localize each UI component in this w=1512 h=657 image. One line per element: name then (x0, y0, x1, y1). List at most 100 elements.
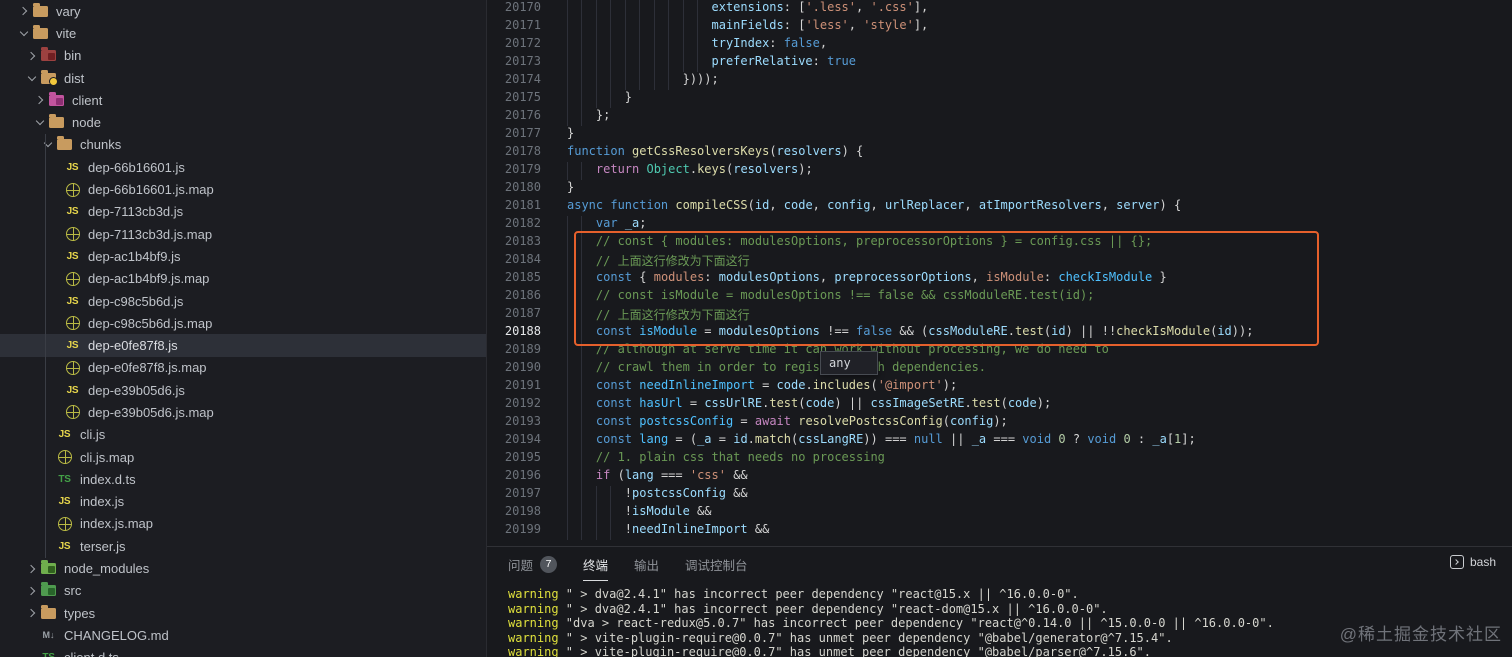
tree-item-dep-66b16601-js[interactable]: JS dep-66b16601.js (0, 156, 486, 178)
file-label: dep-7113cb3d.js.map (88, 226, 213, 242)
code-line[interactable]: var _a; (567, 216, 1512, 234)
code-line[interactable]: const { modules: modulesOptions, preproc… (567, 270, 1512, 288)
tab-problems[interactable]: 问题 7 (508, 547, 558, 581)
line-number: 20192 (504, 396, 541, 410)
tree-item-cli-js-map[interactable]: cli.js.map (0, 446, 486, 468)
code-line[interactable]: !postcssConfig && (567, 486, 1512, 504)
code-line[interactable]: async function compileCSS(id, code, conf… (567, 198, 1512, 216)
tree-item-dep-e0fe87f8-js[interactable]: JS dep-e0fe87f8.js (0, 334, 486, 357)
file-label: dep-e39b05d6.js (88, 382, 185, 398)
explorer-sidebar: vary vite bin dist client node chunks JS dep-66b… (0, 0, 487, 657)
code-line[interactable]: }; (567, 108, 1512, 126)
tree-item-changelog-md[interactable]: M↓ CHANGELOG.md (0, 624, 486, 646)
tree-item-dep-c98c5b6d-js-map[interactable]: dep-c98c5b6d.js.map (0, 312, 486, 334)
chevron-down-icon[interactable] (40, 137, 56, 153)
tree-item-src[interactable]: src (0, 580, 486, 602)
line-number: 20176 (504, 108, 541, 122)
js-file-icon: JS (66, 250, 79, 262)
tree-item-node-modules[interactable]: node_modules (0, 557, 486, 579)
chevron-down-icon[interactable] (24, 70, 40, 86)
tree-item-index-js[interactable]: JS index.js (0, 491, 486, 513)
code-line[interactable]: function getCssResolversKeys(resolvers) … (567, 144, 1512, 162)
tree-item-dep-66b16601-js-map[interactable]: dep-66b16601.js.map (0, 178, 486, 200)
tree-item-index-js-map[interactable]: index.js.map (0, 513, 486, 535)
code-line[interactable]: // although at serve time it can work wi… (567, 342, 1512, 360)
chevron-down-icon[interactable] (32, 115, 48, 131)
chevron-right-icon[interactable] (32, 92, 48, 108)
code-line[interactable]: const postcssConfig = await resolvePostc… (567, 414, 1512, 432)
line-number: 20195 (504, 450, 541, 464)
tree-item-dep-e39b05d6-js[interactable]: JS dep-e39b05d6.js (0, 379, 486, 401)
file-label: types (64, 605, 96, 621)
code-line[interactable]: !isModule && (567, 504, 1512, 522)
tree-item-terser-js[interactable]: JS terser.js (0, 535, 486, 557)
tree-item-node[interactable]: node (0, 111, 486, 133)
tree-item-chunks[interactable]: chunks (0, 134, 486, 156)
code-line[interactable]: const hasUrl = cssUrlRE.test(code) || cs… (567, 396, 1512, 414)
watermark: @稀土掘金技术社区 (1339, 625, 1502, 644)
code-line[interactable]: } (567, 180, 1512, 198)
code-line[interactable]: } (567, 90, 1512, 108)
code-line[interactable]: tryIndex: false, (567, 36, 1512, 54)
shell-selector[interactable]: bash (1449, 555, 1496, 569)
tree-item-vite[interactable]: vite (0, 22, 486, 44)
file-label: dep-66b16601.js.map (88, 182, 214, 198)
file-label: dep-7113cb3d.js (88, 204, 184, 220)
code-line[interactable]: if (lang === 'css' && (567, 468, 1512, 486)
tree-item-types[interactable]: types (0, 602, 486, 624)
tree-item-bin[interactable]: bin (0, 45, 486, 67)
line-number: 20178 (504, 144, 541, 158)
js-file-icon: JS (66, 295, 79, 307)
file-label: vite (56, 25, 77, 41)
tree-item-dep-e39b05d6-js-map[interactable]: dep-e39b05d6.js.map (0, 401, 486, 423)
line-number: 20198 (504, 504, 541, 518)
chevron-down-icon[interactable] (16, 25, 32, 41)
line-number: 20181 (504, 198, 541, 212)
file-label: chunks (80, 137, 122, 153)
tree-item-dep-ac1b4bf9-js-map[interactable]: dep-ac1b4bf9.js.map (0, 268, 486, 290)
file-label: node_modules (64, 561, 150, 577)
tree-item-index-d-ts[interactable]: TS index.d.ts (0, 468, 486, 490)
code-line[interactable]: // const { modules: modulesOptions, prep… (567, 234, 1512, 252)
tree-item-client-d-ts[interactable]: TS client.d.ts (0, 647, 486, 657)
code-line[interactable]: const lang = (_a = id.match(cssLangRE)) … (567, 432, 1512, 450)
line-number: 20184 (504, 252, 541, 266)
chevron-right-icon[interactable] (24, 48, 40, 64)
tree-item-dist[interactable]: dist (0, 67, 486, 89)
chevron-right-icon[interactable] (24, 561, 40, 577)
code-line[interactable]: // 上面这行修改为下面这行 (567, 252, 1512, 270)
code-line[interactable]: const isModule = modulesOptions !== fals… (567, 324, 1512, 342)
tree-item-dep-c98c5b6d-js[interactable]: JS dep-c98c5b6d.js (0, 290, 486, 312)
tree-item-dep-7113cb3d-js[interactable]: JS dep-7113cb3d.js (0, 201, 486, 223)
code-line[interactable]: // 1. plain css that needs no processing (567, 450, 1512, 468)
chevron-right-icon[interactable] (24, 605, 40, 621)
chevron-right-icon[interactable] (24, 583, 40, 599)
tab-debug-console[interactable]: 调试控制台 (685, 547, 748, 581)
code-line[interactable]: // 上面这行修改为下面这行 (567, 306, 1512, 324)
tree-item-dep-7113cb3d-js-map[interactable]: dep-7113cb3d.js.map (0, 223, 486, 245)
code-line[interactable]: mainFields: ['less', 'style'], (567, 18, 1512, 36)
code-line[interactable]: } (567, 126, 1512, 144)
tree-item-dep-e0fe87f8-js-map[interactable]: dep-e0fe87f8.js.map (0, 357, 486, 379)
tab-output[interactable]: 输出 (634, 547, 659, 581)
code-line[interactable]: extensions: ['.less', '.css'], (567, 0, 1512, 18)
code-line[interactable]: // crawl them in order to register watch… (567, 360, 1512, 378)
code-line[interactable]: !needInlineImport && (567, 522, 1512, 540)
tree-item-cli-js[interactable]: JS cli.js (0, 424, 486, 446)
code-line[interactable]: return Object.keys(resolvers); (567, 162, 1512, 180)
folder-open-icon (32, 24, 49, 42)
tree-item-client[interactable]: client (0, 89, 486, 111)
code-line[interactable]: // const isModule = modulesOptions !== f… (567, 288, 1512, 306)
line-number: 20197 (504, 486, 541, 500)
code-editor[interactable]: 20170 20171 20172 20173 20174 20175 20176 20177… (487, 0, 1512, 546)
code-line[interactable]: const needInlineImport = code.includes('… (567, 378, 1512, 396)
tree-item-dep-ac1b4bf9-js[interactable]: JS dep-ac1b4bf9.js (0, 245, 486, 267)
code-line[interactable]: }))); (567, 72, 1512, 90)
tree-item-vary[interactable]: vary (0, 0, 486, 22)
code-line[interactable]: preferRelative: true (567, 54, 1512, 72)
tab-terminal[interactable]: 终端 (583, 547, 609, 581)
markdown-file-icon: M↓ (42, 630, 55, 641)
chevron-right-icon[interactable] (16, 3, 32, 19)
